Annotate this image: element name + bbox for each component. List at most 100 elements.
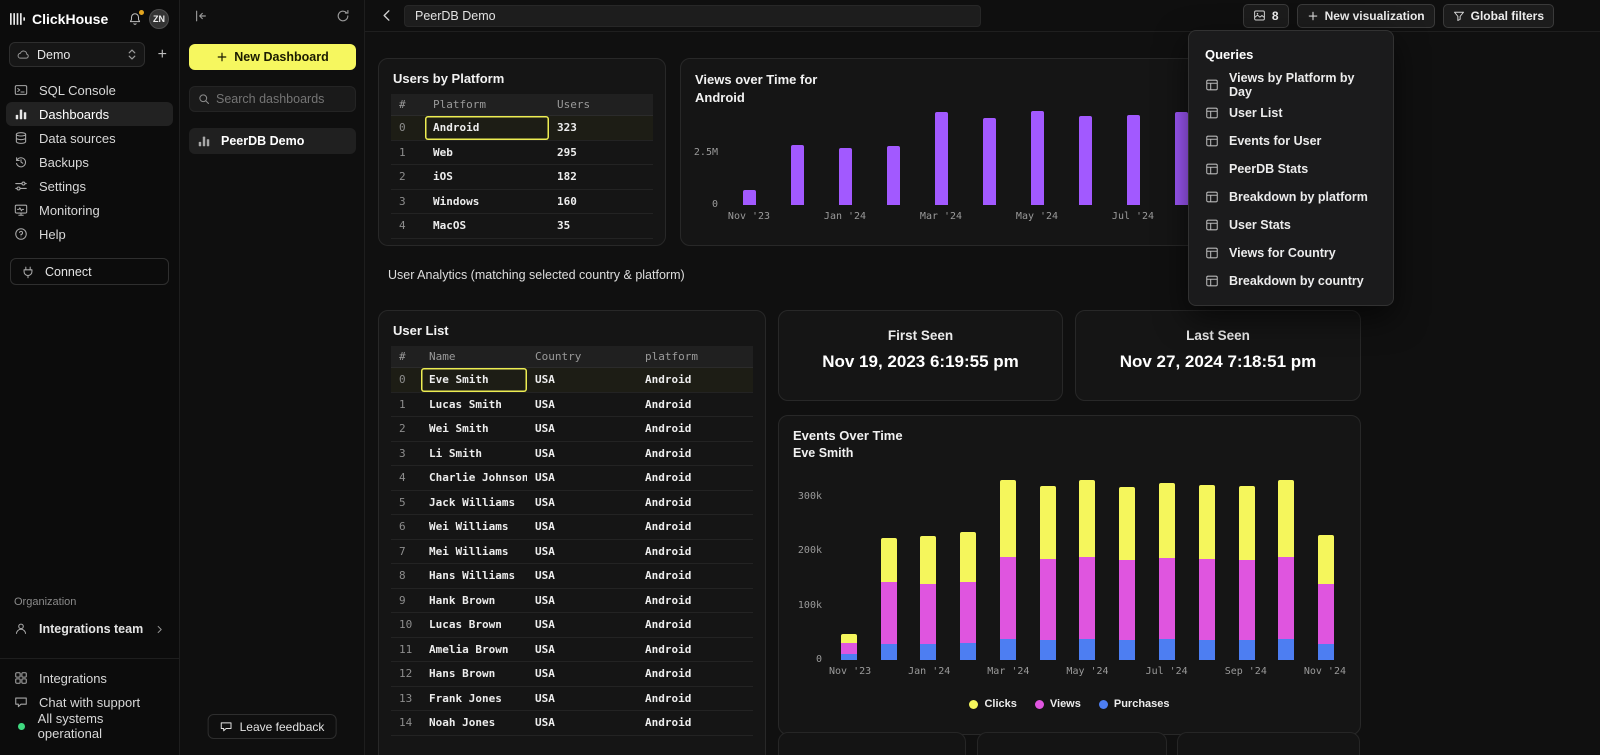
table-row[interactable]: 1Web295 — [391, 141, 653, 166]
table-cell[interactable]: Android — [637, 662, 753, 686]
table-cell[interactable]: USA — [527, 564, 637, 588]
table-cell[interactable]: Hank Brown — [421, 589, 527, 613]
collapse-panel-icon[interactable] — [194, 9, 208, 23]
sidebar-item-integrations-team[interactable]: Integrations team — [6, 616, 173, 642]
avatar[interactable]: ZN — [149, 9, 169, 29]
table-row[interactable]: 4MacOS35 — [391, 214, 653, 239]
table-cell[interactable]: Android — [637, 442, 753, 466]
table-row[interactable]: 0Android323 — [391, 116, 653, 141]
table-row[interactable]: 14Noah JonesUSAAndroid — [391, 711, 753, 736]
table-cell[interactable]: Lucas Brown — [421, 613, 527, 637]
table-cell[interactable]: Jack Williams — [421, 491, 527, 515]
table-cell[interactable]: Android — [637, 687, 753, 711]
table-cell[interactable]: Mei Williams — [421, 540, 527, 564]
table-cell[interactable]: 182 — [549, 165, 653, 189]
table-cell[interactable]: Wei Williams — [421, 515, 527, 539]
table-cell[interactable]: Li Smith — [421, 442, 527, 466]
sidebar-item-integrations[interactable]: Integrations — [6, 666, 173, 690]
table-row[interactable]: 12Hans BrownUSAAndroid — [391, 662, 753, 687]
workspace-select[interactable]: Demo — [9, 42, 145, 67]
table-cell[interactable]: USA — [527, 515, 637, 539]
table-cell[interactable]: Hans Brown — [421, 662, 527, 686]
table-cell[interactable]: Eve Smith — [421, 368, 527, 392]
table-cell[interactable]: Android — [637, 515, 753, 539]
refresh-icon[interactable] — [336, 9, 350, 23]
table-cell[interactable]: 35 — [549, 214, 653, 238]
table-cell[interactable]: Android — [637, 540, 753, 564]
sidebar-item-help[interactable]: Help — [6, 222, 173, 246]
table-cell[interactable]: USA — [527, 613, 637, 637]
table-cell[interactable]: Android — [637, 393, 753, 417]
table-cell[interactable]: Android — [637, 417, 753, 441]
table-row[interactable]: 13Frank JonesUSAAndroid — [391, 687, 753, 712]
add-workspace-button[interactable]: + — [155, 46, 170, 64]
dashboard-title-input[interactable] — [404, 5, 981, 27]
table-cell[interactable]: Android — [425, 116, 549, 140]
table-cell[interactable]: Android — [637, 564, 753, 588]
query-menu-item-peerdb-stats[interactable]: PeerDB Stats — [1189, 155, 1393, 183]
table-cell[interactable]: USA — [527, 393, 637, 417]
leave-feedback-button[interactable]: Leave feedback — [208, 714, 337, 739]
table-row[interactable]: 6Wei WilliamsUSAAndroid — [391, 515, 753, 540]
dashboard-list-item[interactable]: PeerDB Demo — [189, 128, 356, 154]
sidebar-item-monitoring[interactable]: Monitoring — [6, 198, 173, 222]
table-row[interactable]: 1Lucas SmithUSAAndroid — [391, 393, 753, 418]
sidebar-item-sql-console[interactable]: SQL Console — [6, 78, 173, 102]
table-cell[interactable]: 160 — [549, 190, 653, 214]
notifications-bell-icon[interactable] — [128, 12, 142, 26]
table-cell[interactable]: Android — [637, 711, 753, 735]
table-cell[interactable]: Android — [637, 491, 753, 515]
search-input[interactable] — [216, 92, 347, 106]
table-cell[interactable]: USA — [527, 491, 637, 515]
table-row[interactable]: 11Amelia BrownUSAAndroid — [391, 638, 753, 663]
table-row[interactable]: 8Hans WilliamsUSAAndroid — [391, 564, 753, 589]
table-row[interactable]: 10Lucas BrownUSAAndroid — [391, 613, 753, 638]
table-cell[interactable]: USA — [527, 466, 637, 490]
table-cell[interactable]: USA — [527, 589, 637, 613]
table-cell[interactable]: 295 — [549, 141, 653, 165]
table-row[interactable]: 0Eve SmithUSAAndroid — [391, 368, 753, 393]
query-menu-item-breakdown-by-platform[interactable]: Breakdown by platform — [1189, 183, 1393, 211]
table-cell[interactable]: Windows — [425, 190, 549, 214]
query-menu-item-user-list[interactable]: User List — [1189, 99, 1393, 127]
query-menu-item-views-for-country[interactable]: Views for Country — [1189, 239, 1393, 267]
table-cell[interactable]: USA — [527, 540, 637, 564]
query-menu-item-events-for-user[interactable]: Events for User — [1189, 127, 1393, 155]
new-dashboard-button[interactable]: New Dashboard — [189, 44, 356, 70]
sidebar-item-all-systems-operational[interactable]: All systems operational — [6, 714, 173, 738]
table-cell[interactable]: Android — [637, 638, 753, 662]
table-cell[interactable]: iOS — [425, 165, 549, 189]
sidebar-item-backups[interactable]: Backups — [6, 150, 173, 174]
table-cell[interactable]: Android — [637, 589, 753, 613]
table-row[interactable]: 5Jack WilliamsUSAAndroid — [391, 491, 753, 516]
sidebar-item-settings[interactable]: Settings — [6, 174, 173, 198]
sidebar-item-dashboards[interactable]: Dashboards — [6, 102, 173, 126]
table-cell[interactable]: Lucas Smith — [421, 393, 527, 417]
table-row[interactable]: 4Charlie JohnsonUSAAndroid — [391, 466, 753, 491]
back-button[interactable] — [379, 8, 394, 23]
table-cell[interactable]: USA — [527, 711, 637, 735]
table-cell[interactable]: Android — [637, 368, 753, 392]
table-cell[interactable]: Frank Jones — [421, 687, 527, 711]
table-cell[interactable]: USA — [527, 687, 637, 711]
query-menu-item-user-stats[interactable]: User Stats — [1189, 211, 1393, 239]
legend-item-views[interactable]: Views — [1035, 698, 1081, 710]
table-cell[interactable]: MacOS — [425, 214, 549, 238]
new-visualization-button[interactable]: New visualization — [1297, 4, 1435, 28]
visualizations-count-button[interactable]: 8 — [1243, 4, 1289, 28]
table-cell[interactable]: Android — [637, 613, 753, 637]
table-cell[interactable]: USA — [527, 368, 637, 392]
table-cell[interactable]: USA — [527, 442, 637, 466]
global-filters-button[interactable]: Global filters — [1443, 4, 1554, 28]
connect-button[interactable]: Connect — [10, 258, 169, 285]
table-cell[interactable]: Charlie Johnson — [421, 466, 527, 490]
table-cell[interactable]: USA — [527, 638, 637, 662]
table-row[interactable]: 2Wei SmithUSAAndroid — [391, 417, 753, 442]
table-cell[interactable]: Amelia Brown — [421, 638, 527, 662]
sidebar-item-data-sources[interactable]: Data sources — [6, 126, 173, 150]
table-cell[interactable]: Noah Jones — [421, 711, 527, 735]
table-row[interactable]: 7Mei WilliamsUSAAndroid — [391, 540, 753, 565]
table-cell[interactable]: Wei Smith — [421, 417, 527, 441]
table-cell[interactable]: USA — [527, 417, 637, 441]
table-cell[interactable]: 323 — [549, 116, 653, 140]
